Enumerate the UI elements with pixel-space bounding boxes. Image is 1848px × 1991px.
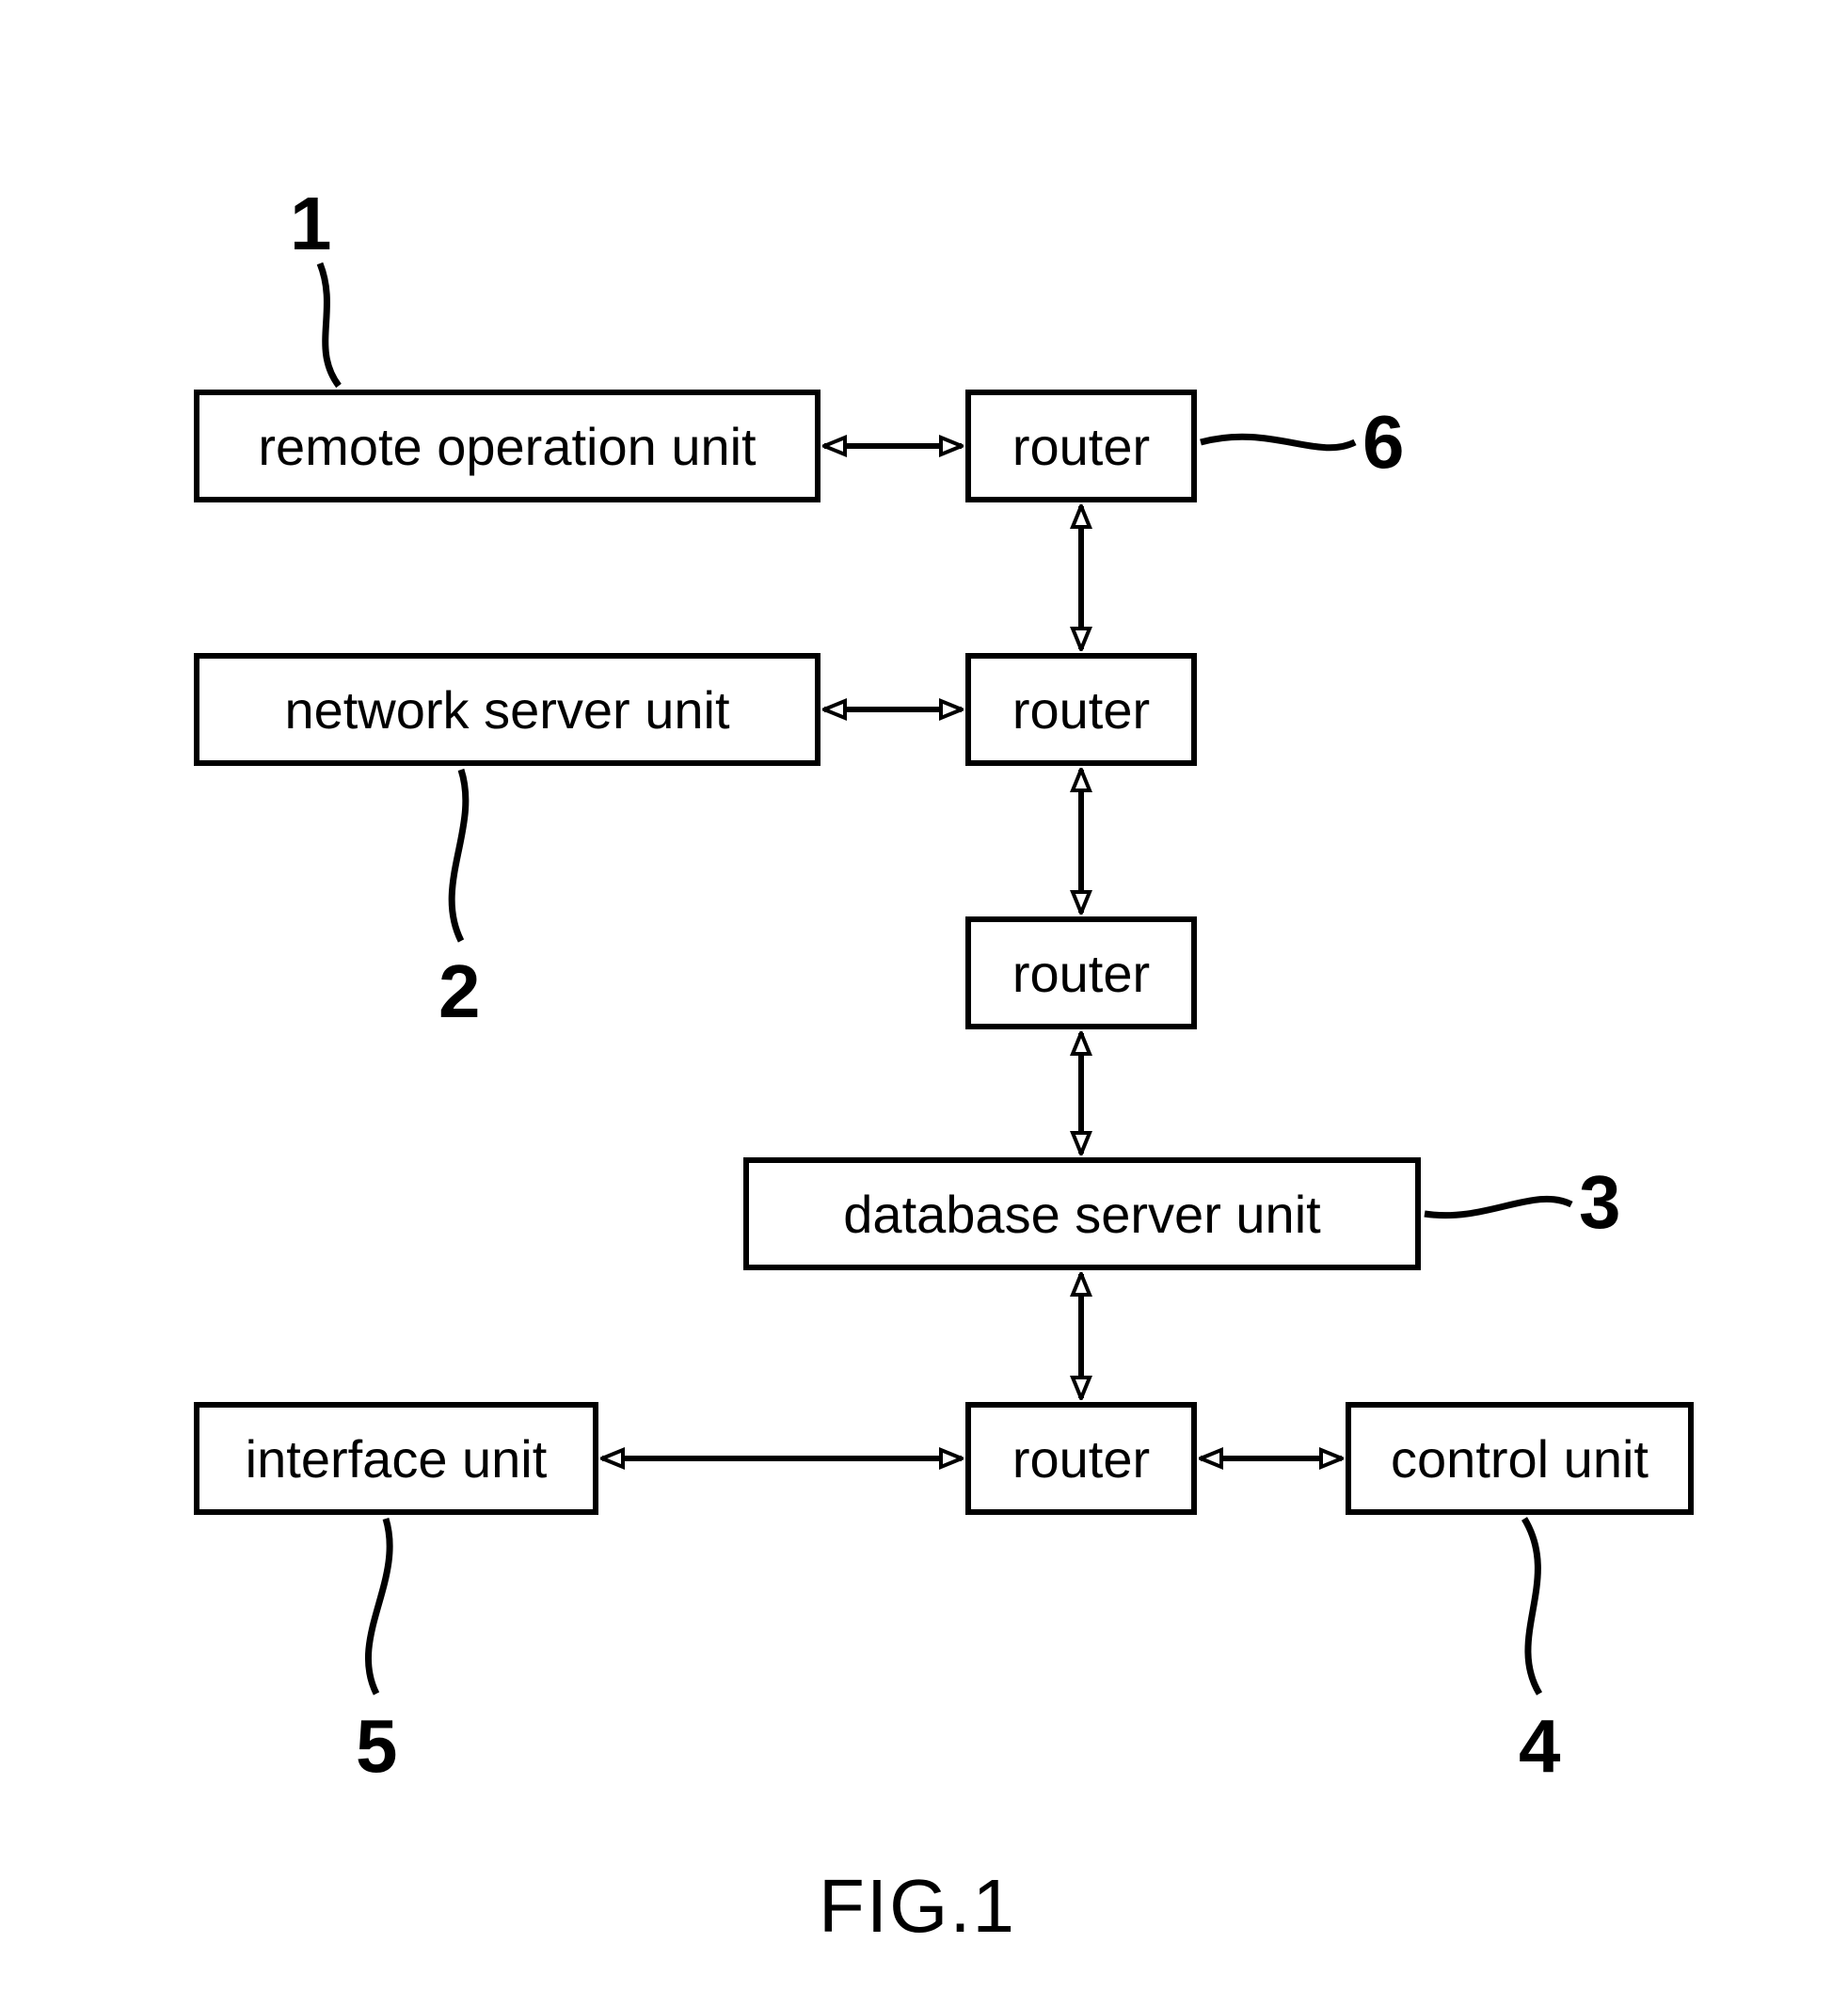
leader-4 xyxy=(1524,1519,1539,1694)
leader-6 xyxy=(1201,437,1355,448)
leader-2 xyxy=(452,770,466,941)
leader-3 xyxy=(1425,1199,1571,1215)
connectors xyxy=(0,0,1848,1991)
leader-1 xyxy=(320,263,339,386)
leader-5 xyxy=(368,1519,390,1694)
